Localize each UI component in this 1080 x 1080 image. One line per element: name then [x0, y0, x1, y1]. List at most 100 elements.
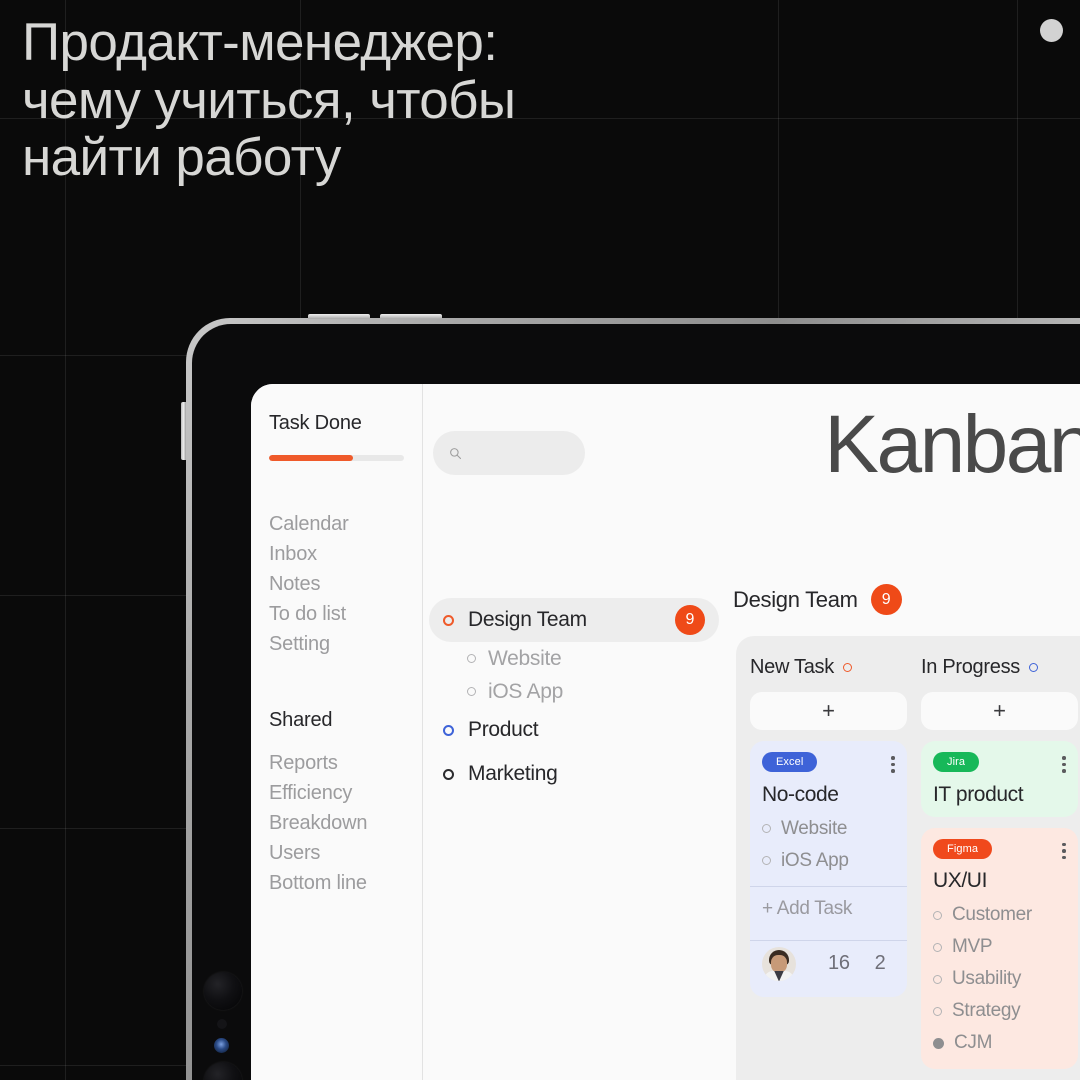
- sidebar-nav-primary: Calendar Inbox Notes To do list Setting: [269, 509, 422, 659]
- sidebar: Task Done Calendar Inbox Notes To do lis…: [251, 384, 423, 1080]
- sidebar-item-breakdown[interactable]: Breakdown: [269, 808, 422, 838]
- project-item-product[interactable]: Product: [429, 708, 719, 752]
- kanban-card[interactable]: Jira IT product: [921, 741, 1078, 817]
- column-title: New Task: [750, 655, 834, 678]
- camera-lens-icon: [204, 1062, 242, 1080]
- avatar: [762, 946, 796, 981]
- subtask-label: MVP: [952, 936, 993, 957]
- subtask-item[interactable]: Usability: [933, 963, 1066, 995]
- camera-flash-icon: [214, 1038, 229, 1053]
- tablet-frame: Task Done Calendar Inbox Notes To do lis…: [181, 314, 1080, 1080]
- subtask-item[interactable]: CJM: [933, 1027, 1066, 1059]
- card-subtasks: Website iOS App: [762, 813, 895, 877]
- sidebar-item-todolist[interactable]: To do list: [269, 599, 422, 629]
- volume-up-button[interactable]: [308, 314, 370, 319]
- kanban-column-new-task: New Task + Excel No-code Website iOS App…: [750, 652, 907, 1080]
- search-input[interactable]: [433, 431, 585, 475]
- sidebar-item-calendar[interactable]: Calendar: [269, 509, 422, 539]
- project-item-ios-app[interactable]: iOS App: [429, 675, 719, 708]
- card-title: No-code: [762, 782, 839, 806]
- tablet-device: Task Done Calendar Inbox Notes To do lis…: [181, 314, 1080, 1080]
- sidebar-item-setting[interactable]: Setting: [269, 629, 422, 659]
- status-ring-icon: [933, 1006, 942, 1016]
- add-card-button[interactable]: +: [750, 692, 907, 730]
- subtask-item[interactable]: Customer: [933, 899, 1066, 931]
- card-header: Figma: [933, 838, 1066, 859]
- project-label: Marketing: [468, 762, 558, 785]
- subtask-item[interactable]: MVP: [933, 931, 1066, 963]
- task-progress-bar: [269, 455, 404, 461]
- project-item-design-team[interactable]: Design Team 9: [429, 598, 719, 642]
- decorative-dot: [1040, 19, 1063, 42]
- main-content: Kanban Design Team 9 Website iOS App Pro…: [423, 384, 1080, 1080]
- card-metric-attachments: 2: [874, 952, 886, 974]
- kanban-board: New Task + Excel No-code Website iOS App…: [736, 636, 1080, 1080]
- volume-down-button[interactable]: [380, 314, 442, 319]
- card-menu-icon[interactable]: [1062, 839, 1066, 859]
- subtask-item[interactable]: iOS App: [762, 845, 895, 877]
- card-footer: 16 2: [762, 941, 895, 987]
- sidebar-item-reports[interactable]: Reports: [269, 748, 422, 778]
- status-ring-icon: [933, 974, 942, 984]
- sidebar-item-efficiency[interactable]: Efficiency: [269, 778, 422, 808]
- card-tag: Excel: [762, 752, 818, 772]
- kanban-column-in-progress: In Progress + Jira IT product Figma UX/U…: [921, 652, 1078, 1080]
- sidebar-nav-shared: Reports Efficiency Breakdown Users Botto…: [269, 748, 422, 898]
- status-ring-icon: [443, 614, 454, 626]
- sidebar-item-inbox[interactable]: Inbox: [269, 539, 422, 569]
- status-ring-icon: [467, 687, 476, 696]
- sidebar-item-notes[interactable]: Notes: [269, 569, 422, 599]
- project-label: iOS App: [488, 679, 563, 703]
- status-ring-icon: [842, 662, 852, 672]
- card-metric-comments: 16: [828, 952, 850, 974]
- card-header: Excel: [762, 752, 895, 773]
- project-item-website[interactable]: Website: [429, 642, 719, 675]
- projects-nav: Design Team 9 Website iOS App Product Ma…: [429, 598, 719, 796]
- card-header: Jira: [933, 752, 1066, 773]
- card-menu-icon[interactable]: [1062, 752, 1066, 773]
- project-label: Website: [488, 646, 562, 670]
- subtask-item[interactable]: Strategy: [933, 995, 1066, 1027]
- status-ring-icon: [933, 942, 942, 952]
- column-title: In Progress: [921, 655, 1020, 678]
- subtask-label: CJM: [954, 1032, 993, 1053]
- task-done-title: Task Done: [269, 412, 362, 434]
- subtask-label: Usability: [952, 968, 1022, 989]
- subtask-label: Customer: [952, 904, 1032, 925]
- card-title: IT product: [933, 782, 1024, 806]
- status-ring-icon: [467, 654, 476, 663]
- card-menu-icon[interactable]: [891, 752, 895, 773]
- status-ring-icon: [762, 824, 771, 833]
- card-subtasks: Customer MVP Usability Strategy CJM: [933, 899, 1066, 1059]
- search-icon: [450, 447, 462, 459]
- status-ring-icon: [1028, 662, 1038, 672]
- subtask-label: iOS App: [781, 849, 849, 871]
- add-card-button[interactable]: +: [921, 692, 1078, 730]
- add-task-button[interactable]: + Add Task: [762, 887, 895, 931]
- status-ring-icon: [443, 768, 454, 780]
- tablet-body: Task Done Calendar Inbox Notes To do lis…: [192, 324, 1080, 1080]
- status-ring-icon: [443, 724, 454, 736]
- power-button[interactable]: [181, 402, 186, 460]
- status-ring-icon: [762, 856, 771, 865]
- board-title: Design Team: [733, 586, 858, 612]
- board-count-badge: 9: [870, 584, 902, 615]
- subtask-item[interactable]: Website: [762, 813, 895, 845]
- project-item-marketing[interactable]: Marketing: [429, 752, 719, 796]
- project-label: Product: [468, 718, 539, 741]
- status-dot-filled-icon: [933, 1037, 944, 1049]
- kanban-card[interactable]: Figma UX/UI Customer MVP Usability Strat…: [921, 827, 1078, 1069]
- column-header: New Task: [750, 652, 907, 682]
- card-tag: Figma: [933, 838, 993, 859]
- subtask-label: Website: [781, 817, 848, 839]
- card-tag: Jira: [933, 752, 980, 772]
- sidebar-item-bottomline[interactable]: Bottom line: [269, 868, 422, 898]
- board-header: Design Team 9: [733, 584, 902, 615]
- sidebar-section-shared-label: Shared: [269, 709, 333, 731]
- kanban-card[interactable]: Excel No-code Website iOS App + Add Task…: [750, 741, 907, 997]
- page-headline: Продакт-менеджер: чему учиться, чтобы на…: [22, 13, 516, 187]
- page-title: Kanban: [824, 399, 1080, 490]
- sidebar-item-users[interactable]: Users: [269, 838, 422, 868]
- project-label: Design Team: [468, 608, 587, 631]
- tablet-screen: Task Done Calendar Inbox Notes To do lis…: [251, 384, 1080, 1080]
